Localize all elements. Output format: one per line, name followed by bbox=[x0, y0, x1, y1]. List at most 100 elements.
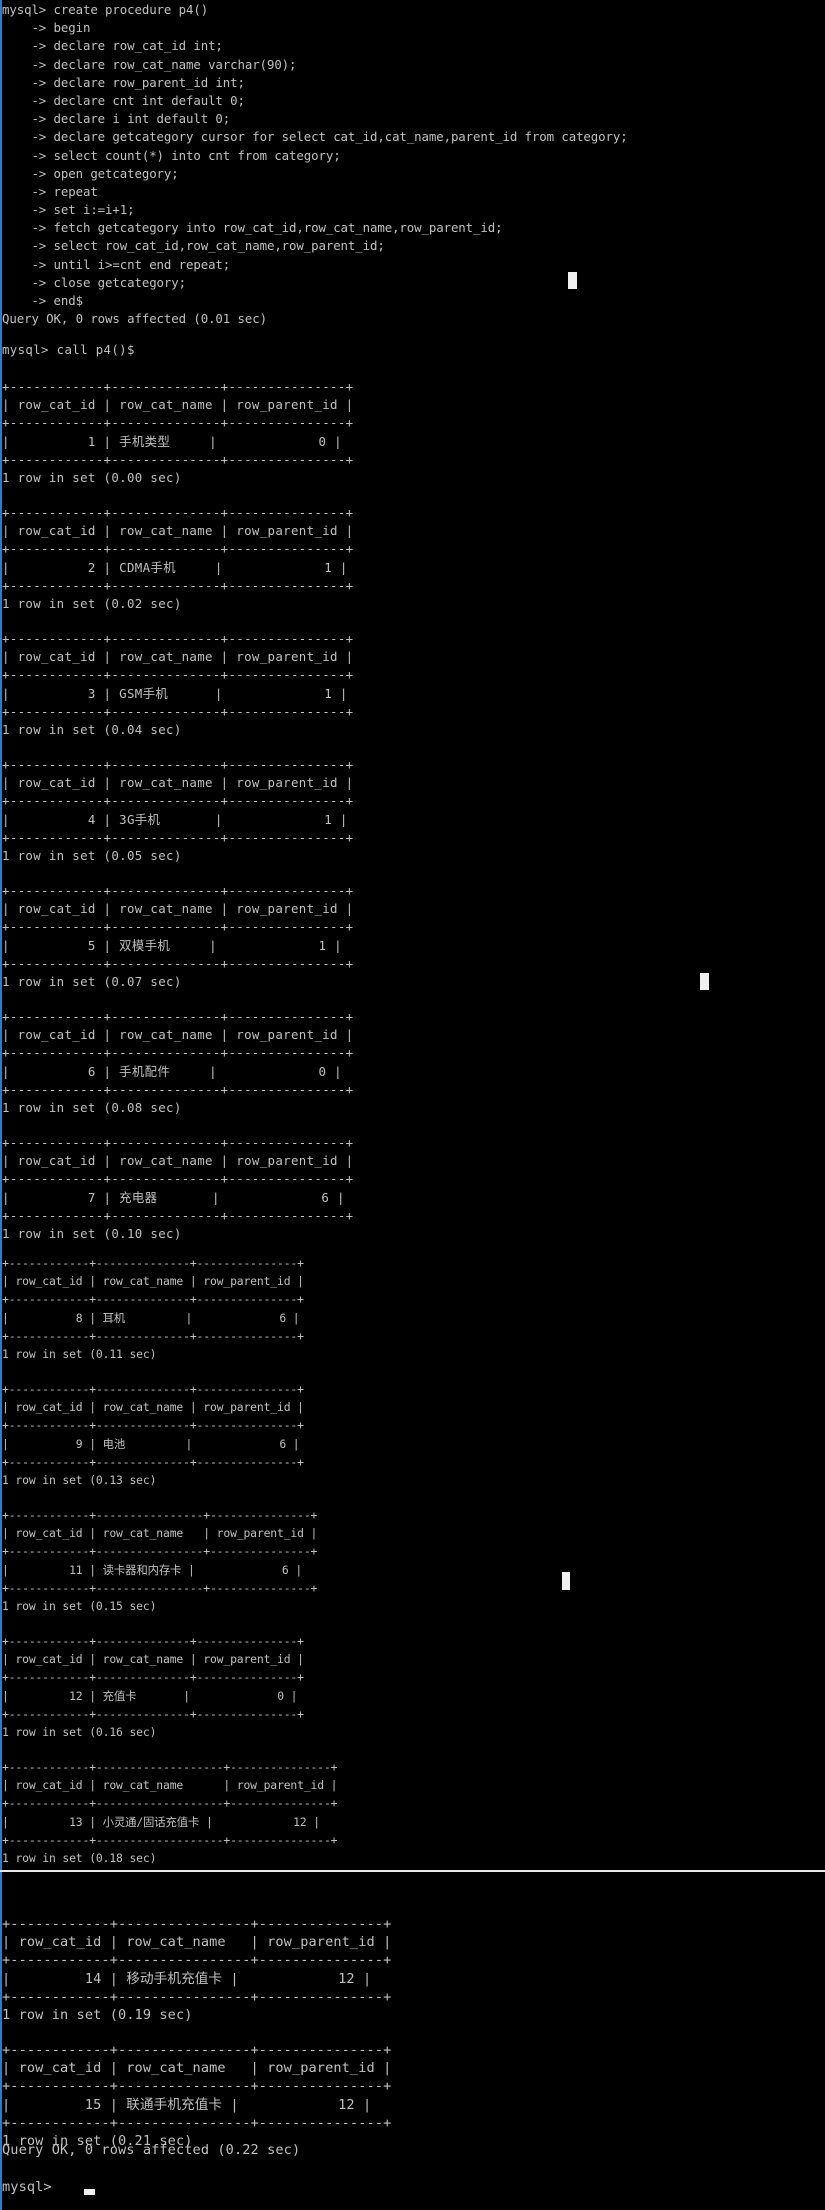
table-border: +------------+----------------+---------… bbox=[2, 1952, 392, 1969]
table-border: +------------+--------------+-----------… bbox=[2, 1418, 304, 1433]
table-border: +------------+--------------+-----------… bbox=[2, 1454, 304, 1469]
row-count-status: 1 row in set (0.05 sec) bbox=[2, 847, 182, 863]
row-count-status: 1 row in set (0.19 sec) bbox=[2, 2006, 193, 2023]
table-border: +------------+--------------+-----------… bbox=[2, 703, 354, 719]
table-row: | 3 | GSM手机 | 1 | bbox=[2, 685, 348, 701]
table-header: | row_cat_id | row_cat_name | row_parent… bbox=[2, 1274, 304, 1289]
table-row: | 5 | 双模手机 | 1 | bbox=[2, 937, 342, 953]
table-header: | row_cat_id | row_cat_name | row_parent… bbox=[2, 1934, 392, 1951]
table-border: +------------+--------------+-----------… bbox=[2, 793, 354, 809]
table-border: +------------+--------------+-----------… bbox=[2, 883, 354, 898]
table-border: +------------+--------------+-----------… bbox=[2, 919, 354, 935]
row-count-status: 1 row in set (0.13 sec) bbox=[2, 1472, 157, 1487]
table-row: | 15 | 联通手机充值卡 | 12 | bbox=[2, 2096, 372, 2113]
terminal-window[interactable]: mysql> create procedure p4() -> begin ->… bbox=[0, 0, 825, 2210]
sql-line: -> open getcategory; bbox=[2, 165, 179, 181]
table-border: +------------+--------------+-----------… bbox=[2, 955, 354, 971]
row-count-status: 1 row in set (0.18 sec) bbox=[2, 1850, 157, 1865]
table-header: | row_cat_id | row_cat_name | row_parent… bbox=[2, 1153, 354, 1169]
sql-line: -> close getcategory; bbox=[2, 274, 186, 290]
sql-line: -> until i>=cnt end repeat; bbox=[2, 256, 231, 272]
table-border: +------------+--------------+-----------… bbox=[2, 451, 354, 467]
table-header: | row_cat_id | row_cat_name | row_parent… bbox=[2, 1027, 354, 1043]
sql-line: mysql> create procedure p4() bbox=[2, 2, 209, 17]
row-count-status: 1 row in set (0.16 sec) bbox=[2, 1724, 157, 1739]
table-row: | 8 | 耳机 | 6 | bbox=[2, 1310, 300, 1325]
table-row: | 4 | 3G手机 | 1 | bbox=[2, 811, 348, 827]
result-set: +------------+--------------+-----------… bbox=[2, 1380, 304, 1489]
sql-line: -> declare row_cat_name varchar(90); bbox=[2, 56, 297, 72]
table-header: | row_cat_id | row_cat_name | row_parent… bbox=[2, 1652, 304, 1667]
table-border: +------------+--------------+-----------… bbox=[2, 541, 354, 557]
table-header: | row_cat_id | row_cat_name | row_parent… bbox=[2, 1400, 304, 1415]
row-count-status: 1 row in set (0.10 sec) bbox=[2, 1225, 182, 1241]
table-border: +------------+--------------+-----------… bbox=[2, 1171, 354, 1187]
table-border: +------------+--------------+-----------… bbox=[2, 1328, 304, 1343]
table-border: +------------+--------------+-----------… bbox=[2, 631, 354, 646]
row-count-status: 1 row in set (0.11 sec) bbox=[2, 1346, 157, 1361]
call-command: mysql> call p4()$ bbox=[2, 342, 135, 357]
row-count-status: 1 row in set (0.07 sec) bbox=[2, 973, 182, 989]
sql-line: -> set i:=i+1; bbox=[2, 202, 135, 218]
row-count-status: 1 row in set (0.00 sec) bbox=[2, 469, 182, 485]
table-row: | 12 | 充值卡 | 0 | bbox=[2, 1688, 298, 1703]
table-header: | row_cat_id | row_cat_name | row_parent… bbox=[2, 1778, 338, 1793]
table-border: +------------+--------------+-----------… bbox=[2, 1292, 304, 1307]
sql-line: -> repeat bbox=[2, 183, 98, 199]
table-row: | 14 | 移动手机充值卡 | 12 | bbox=[2, 1970, 372, 1987]
table-border: +------------+--------------+-----------… bbox=[2, 1081, 354, 1097]
table-header: | row_cat_id | row_cat_name | row_parent… bbox=[2, 397, 354, 413]
table-border: +------------+--------------+-----------… bbox=[2, 1670, 304, 1685]
table-border: +------------+----------------+---------… bbox=[2, 1544, 318, 1559]
table-row: | 6 | 手机配件 | 0 | bbox=[2, 1063, 342, 1079]
final-status: Query OK, 0 rows affected (0.22 sec) bbox=[2, 2142, 301, 2158]
text-cursor bbox=[84, 2189, 95, 2195]
table-row: | 2 | CDMA手机 | 1 | bbox=[2, 559, 348, 575]
mouse-caret-artifact bbox=[568, 272, 577, 289]
screenshot-seam-divider bbox=[0, 1870, 825, 1872]
result-set: +------------+----------------+---------… bbox=[2, 2041, 391, 2150]
table-border: +------------+--------------+-----------… bbox=[2, 577, 354, 593]
sql-line: -> select count(*) into cnt from categor… bbox=[2, 147, 341, 163]
table-border: +------------+--------------+-----------… bbox=[2, 1382, 304, 1396]
sql-line: -> declare row_parent_id int; bbox=[2, 74, 245, 90]
sql-line: -> begin bbox=[2, 20, 91, 36]
command-prompt[interactable]: mysql> bbox=[2, 2178, 60, 2196]
table-border: +------------+--------------+-----------… bbox=[2, 1256, 304, 1270]
table-header: | row_cat_id | row_cat_name | row_parent… bbox=[2, 649, 354, 665]
result-set: +------------+--------------+-----------… bbox=[2, 1008, 353, 1117]
table-border: +------------+----------------+---------… bbox=[2, 1580, 318, 1595]
table-border: +------------+--------------+-----------… bbox=[2, 505, 354, 520]
result-set: +------------+----------------+---------… bbox=[2, 1506, 317, 1615]
table-header: | row_cat_id | row_cat_name | row_parent… bbox=[2, 2060, 392, 2077]
row-count-status: 1 row in set (0.08 sec) bbox=[2, 1099, 182, 1115]
table-border: +------------+----------------+---------… bbox=[2, 2042, 392, 2058]
table-row: | 9 | 电池 | 6 | bbox=[2, 1436, 300, 1451]
table-border: +------------+----------------+---------… bbox=[2, 1916, 392, 1932]
result-set: +------------+--------------+-----------… bbox=[2, 1632, 304, 1741]
table-border: +------------+--------------+-----------… bbox=[2, 667, 354, 683]
result-set: +------------+--------------+-----------… bbox=[2, 504, 353, 613]
sql-line: -> declare cnt int default 0; bbox=[2, 92, 245, 108]
row-count-status: 1 row in set (0.02 sec) bbox=[2, 595, 182, 611]
table-border: +------------+----------------+---------… bbox=[2, 2078, 392, 2095]
table-border: +------------+----------------+---------… bbox=[2, 1508, 318, 1522]
table-header: | row_cat_id | row_cat_name | row_parent… bbox=[2, 523, 354, 539]
mouse-caret-artifact bbox=[562, 1572, 570, 1590]
table-header: | row_cat_id | row_cat_name | row_parent… bbox=[2, 901, 354, 917]
result-set: +------------+--------------+-----------… bbox=[2, 1254, 304, 1363]
table-header: | row_cat_id | row_cat_name | row_parent… bbox=[2, 775, 354, 791]
table-border: +------------+--------------+-----------… bbox=[2, 415, 354, 431]
table-border: +------------+--------------+-----------… bbox=[2, 1634, 304, 1648]
table-border: +------------+----------------+---------… bbox=[2, 1988, 392, 2005]
result-set: +------------+-------------------+------… bbox=[2, 1758, 338, 1867]
result-set: +------------+--------------+-----------… bbox=[2, 1134, 353, 1243]
result-set: +------------+--------------+-----------… bbox=[2, 630, 353, 739]
prompt-label: mysql> bbox=[2, 2179, 60, 2195]
table-row: | 13 | 小灵通/固话充值卡 | 12 | bbox=[2, 1814, 320, 1829]
table-border: +------------+--------------+-----------… bbox=[2, 1207, 354, 1223]
query-ok-status: Query OK, 0 rows affected (0.01 sec) bbox=[2, 311, 267, 327]
result-set: +------------+--------------+-----------… bbox=[2, 756, 353, 865]
table-border: +------------+--------------+-----------… bbox=[2, 379, 354, 394]
table-row: | 11 | 读卡器和内存卡 | 6 | bbox=[2, 1562, 303, 1577]
